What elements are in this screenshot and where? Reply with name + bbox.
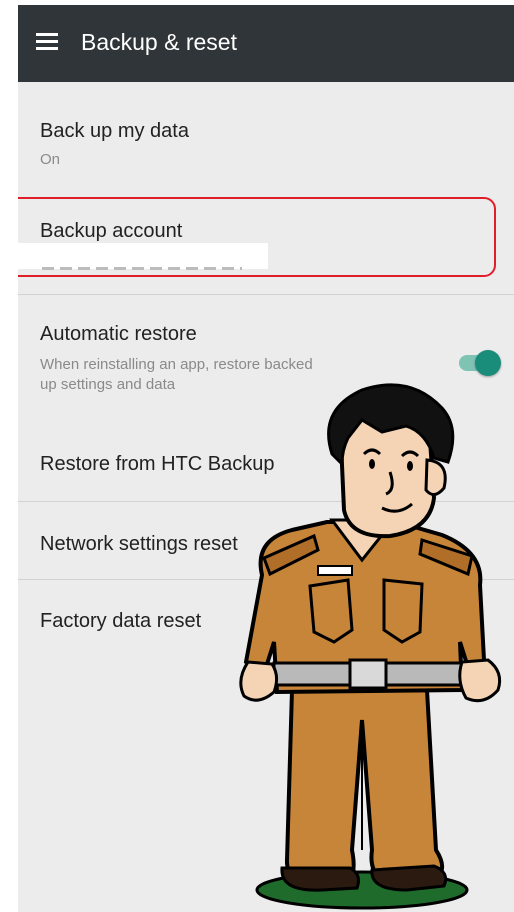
setting-back-up-my-data[interactable]: Back up my data On xyxy=(18,82,514,186)
setting-description-line1: When reinstalling an app, restore backed xyxy=(40,356,313,373)
toggle-thumb xyxy=(475,350,501,376)
setting-title: Factory data reset xyxy=(40,610,202,632)
highlight-box xyxy=(18,197,496,277)
automatic-restore-toggle[interactable] xyxy=(455,348,503,378)
setting-description-line2: up settings and data xyxy=(40,376,176,393)
app-bar: Backup & reset xyxy=(18,5,514,82)
cartoon-official-illustration xyxy=(239,383,502,910)
hamburger-menu-icon[interactable] xyxy=(36,33,58,50)
setting-title: Network settings reset xyxy=(40,533,238,555)
setting-title: Automatic restore xyxy=(40,323,197,345)
setting-value: On xyxy=(40,151,61,168)
page-title: Backup & reset xyxy=(81,29,237,55)
setting-title: Back up my data xyxy=(40,120,189,142)
